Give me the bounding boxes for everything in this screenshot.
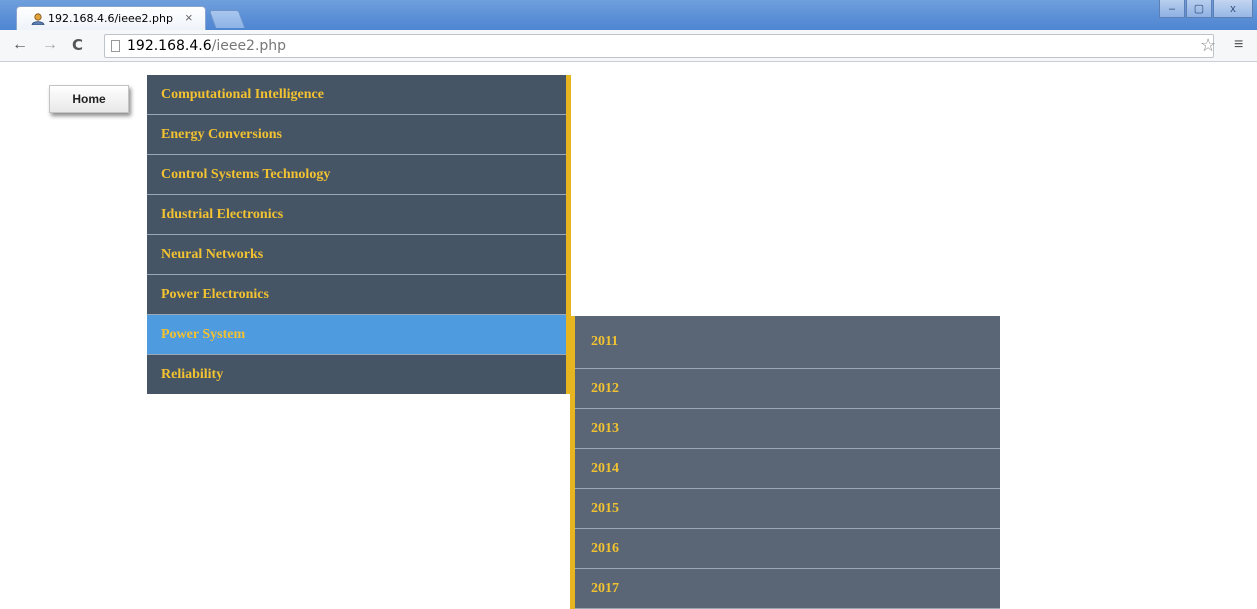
tab-title: 192.168.4.6/ieee2.php <box>48 12 173 25</box>
close-tab-icon[interactable]: × <box>185 10 193 25</box>
reload-icon[interactable]: C <box>72 35 83 55</box>
url-host: 192.168.4.6 <box>127 38 212 54</box>
submenu-item-2016[interactable]: 2016 <box>575 529 1000 569</box>
maximize-icon[interactable]: ▢ <box>1186 0 1212 18</box>
user-icon <box>31 13 45 25</box>
submenu-item-2015[interactable]: 2015 <box>575 489 1000 529</box>
back-icon[interactable]: ← <box>12 35 28 55</box>
star-icon[interactable]: ☆ <box>1200 35 1216 55</box>
url-path: /ieee2.php <box>211 38 287 54</box>
new-tab-button[interactable] <box>208 10 246 28</box>
menu-icon[interactable]: ≡ <box>1234 35 1243 55</box>
forward-icon[interactable]: → <box>42 35 58 55</box>
submenu-item-2012[interactable]: 2012 <box>575 369 1000 409</box>
close-window-icon[interactable]: x <box>1213 0 1253 18</box>
menu-item-industrial-electronics[interactable]: Idustrial Electronics <box>147 195 566 235</box>
window-controls: – ▢ x <box>1158 0 1253 20</box>
menu-item-reliability[interactable]: Reliability <box>147 355 566 394</box>
browser-toolbar: ← → C 192.168.4.6/ieee2.php ☆ ≡ <box>0 30 1257 62</box>
menu-item-computational-intelligence[interactable]: Computational Intelligence <box>147 75 566 115</box>
home-button[interactable]: Home <box>49 85 129 113</box>
submenu-item-2014[interactable]: 2014 <box>575 449 1000 489</box>
address-bar[interactable]: 192.168.4.6/ieee2.php <box>104 34 1214 58</box>
submenu-item-2011[interactable]: 2011 <box>575 316 1000 369</box>
window-titlebar: 192.168.4.6/ieee2.php × – ▢ x <box>0 0 1257 30</box>
url-text: 192.168.4.6/ieee2.php <box>127 38 286 54</box>
minimize-icon[interactable]: – <box>1159 0 1185 18</box>
menu-item-power-electronics[interactable]: Power Electronics <box>147 275 566 315</box>
menu-item-power-system[interactable]: Power System <box>147 315 566 355</box>
menu-item-energy-conversions[interactable]: Energy Conversions <box>147 115 566 155</box>
year-submenu: 2011 2012 2013 2014 2015 2016 2017 <box>570 316 1000 609</box>
browser-tab[interactable]: 192.168.4.6/ieee2.php × <box>16 6 206 30</box>
page-icon <box>111 40 120 52</box>
category-menu: Computational Intelligence Energy Conver… <box>147 75 571 394</box>
submenu-item-2013[interactable]: 2013 <box>575 409 1000 449</box>
submenu-item-2017[interactable]: 2017 <box>575 569 1000 609</box>
menu-item-control-systems-technology[interactable]: Control Systems Technology <box>147 155 566 195</box>
menu-item-neural-networks[interactable]: Neural Networks <box>147 235 566 275</box>
